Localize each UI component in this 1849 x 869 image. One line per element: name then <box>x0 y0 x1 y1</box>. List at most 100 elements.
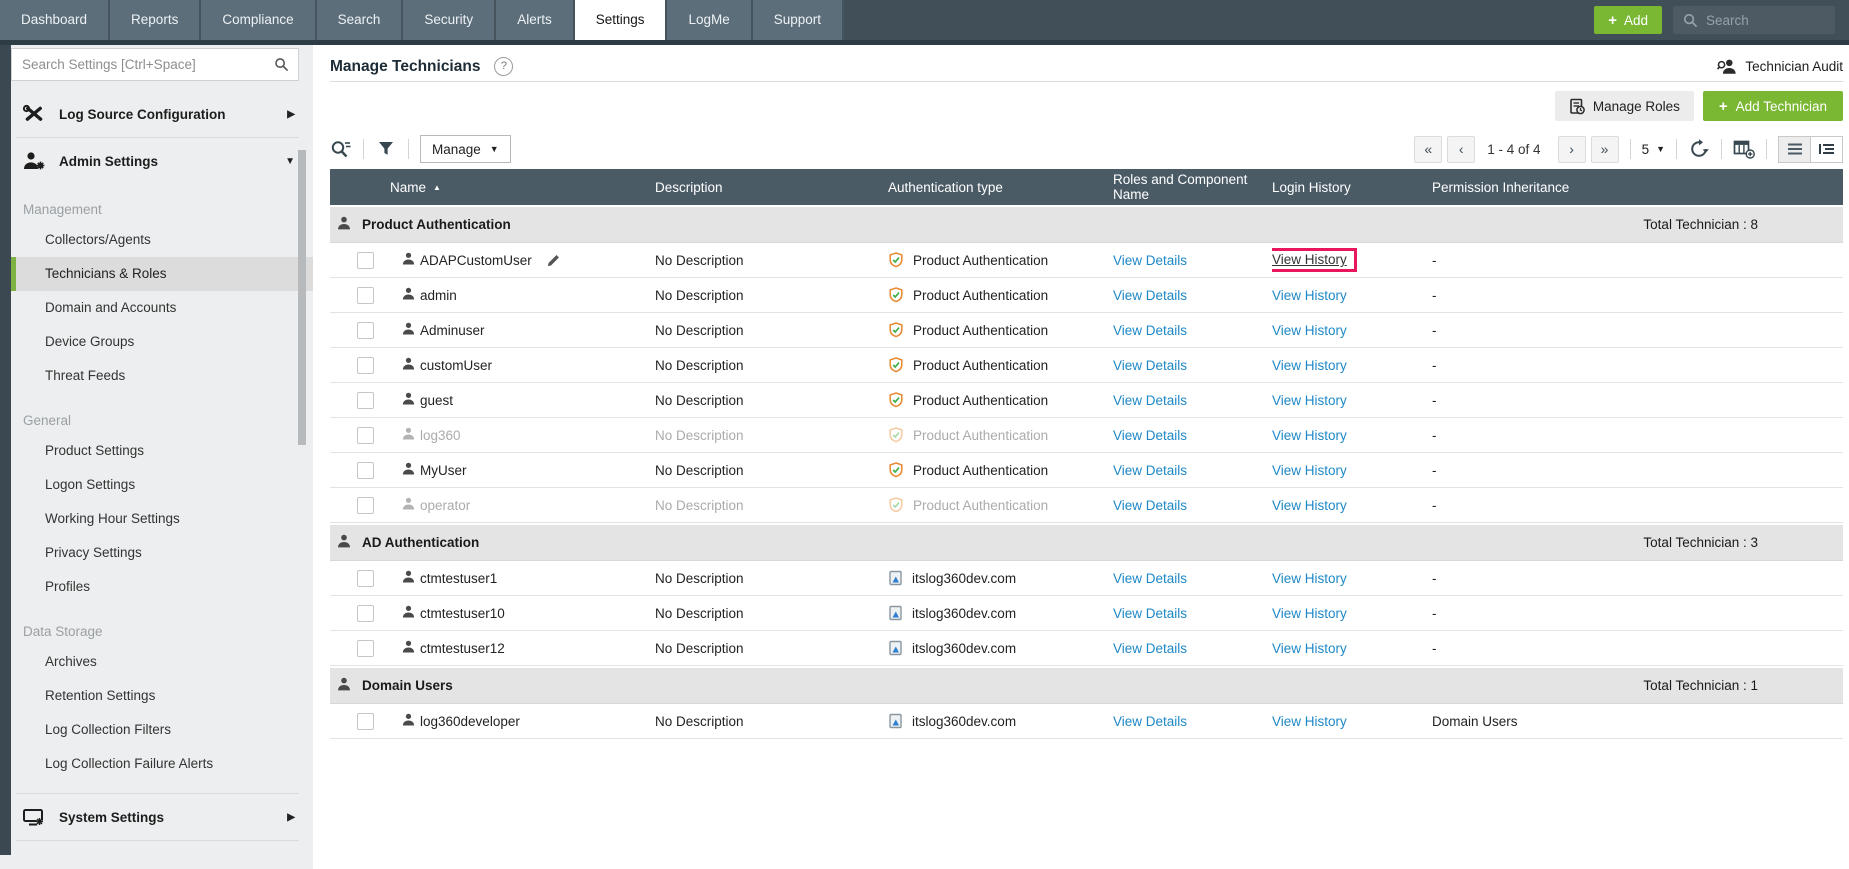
view-details-link[interactable]: View Details <box>1113 428 1187 443</box>
view-history-link[interactable]: View History <box>1272 393 1347 408</box>
nav-tab-support[interactable]: Support <box>752 0 845 40</box>
view-history-link[interactable]: View History <box>1272 641 1347 656</box>
chevron-right-icon: ▶ <box>287 811 295 823</box>
add-technician-button[interactable]: + Add Technician <box>1702 91 1843 121</box>
product-auth-shield-icon <box>889 357 903 373</box>
last-page-button[interactable]: » <box>1590 135 1619 163</box>
view-history-link[interactable]: View History <box>1272 606 1347 621</box>
technician-name: ctmtestuser10 <box>420 605 505 621</box>
sidebar-item-archives[interactable]: Archives <box>11 645 313 679</box>
column-header-description[interactable]: Description <box>655 180 888 195</box>
grouped-view-button[interactable] <box>1810 136 1842 162</box>
sidebar-search-input[interactable] <box>12 49 272 80</box>
nav-tab-alerts[interactable]: Alerts <box>496 0 575 40</box>
view-details-link[interactable]: View Details <box>1113 606 1187 621</box>
sidebar-item-collectors-agents[interactable]: Collectors/Agents <box>11 223 313 257</box>
row-checkbox[interactable] <box>357 461 374 479</box>
technician-row-log360: log360 No Description Product Authenticati… <box>330 418 1843 453</box>
column-header-login-history[interactable]: Login History <box>1272 180 1432 195</box>
refresh-icon[interactable] <box>1688 139 1710 159</box>
row-checkbox[interactable] <box>357 356 374 374</box>
sidebar-group-admin-settings[interactable]: Admin Settings ▼ <box>11 140 313 182</box>
sidebar-item-product-settings[interactable]: Product Settings <box>11 434 313 468</box>
view-details-link[interactable]: View Details <box>1113 288 1187 303</box>
view-history-link[interactable]: View History <box>1272 714 1347 729</box>
view-details-link[interactable]: View Details <box>1113 498 1187 513</box>
search-grid-icon[interactable] <box>330 139 352 159</box>
add-button[interactable]: + Add <box>1594 6 1662 34</box>
prev-page-button[interactable]: ‹ <box>1447 135 1476 163</box>
nav-tab-security[interactable]: Security <box>403 0 497 40</box>
table-body: Product Authentication Total Technician :… <box>330 205 1843 739</box>
sidebar-item-retention-settings[interactable]: Retention Settings <box>11 679 313 713</box>
view-history-link[interactable]: View History <box>1272 323 1347 338</box>
sidebar-item-logon-settings[interactable]: Logon Settings <box>11 468 313 502</box>
row-checkbox[interactable] <box>357 712 374 730</box>
sidebar-group-system-settings[interactable]: System Settings ▶ <box>11 796 313 838</box>
sidebar-item-profiles[interactable]: Profiles <box>11 570 313 604</box>
sidebar-item-domain-and-accounts[interactable]: Domain and Accounts <box>11 291 313 325</box>
nav-tab-compliance[interactable]: Compliance <box>201 0 317 40</box>
page-size-dropdown[interactable]: 5 ▼ <box>1642 142 1665 157</box>
sidebar-item-privacy-settings[interactable]: Privacy Settings <box>11 536 313 570</box>
view-history-link[interactable]: View History <box>1272 288 1347 303</box>
view-details-link[interactable]: View Details <box>1113 358 1187 373</box>
column-header-authentication-type[interactable]: Authentication type <box>888 180 1113 195</box>
first-page-button[interactable]: « <box>1414 135 1443 163</box>
add-column-icon[interactable] <box>1733 139 1755 159</box>
top-navbar: Dashboard Reports Compliance Search Security… <box>0 0 1849 40</box>
view-details-link[interactable]: View Details <box>1113 463 1187 478</box>
row-checkbox[interactable] <box>357 286 374 304</box>
technician-row-guest: guest No Description Product Authenticatio… <box>330 383 1843 418</box>
sidebar-item-technicians-roles[interactable]: Technicians & Roles <box>11 257 313 291</box>
row-checkbox[interactable] <box>357 569 374 587</box>
filter-icon[interactable] <box>375 139 397 159</box>
next-page-button[interactable]: › <box>1557 135 1586 163</box>
list-view-button[interactable] <box>1779 137 1810 162</box>
sidebar-item-log-collection-filters[interactable]: Log Collection Filters <box>11 713 313 747</box>
row-checkbox[interactable] <box>357 391 374 409</box>
view-history-link[interactable]: View History <box>1272 498 1347 513</box>
view-details-link[interactable]: View Details <box>1113 571 1187 586</box>
column-header-roles-component[interactable]: Roles and Component Name <box>1113 172 1272 202</box>
sidebar-item-device-groups[interactable]: Device Groups <box>11 325 313 359</box>
global-search-input[interactable]: Search <box>1673 6 1835 34</box>
view-history-link[interactable]: View History <box>1272 252 1347 267</box>
sort-ascending-icon: ▲ <box>433 182 441 192</box>
column-label: Authentication type <box>888 179 1003 195</box>
row-checkbox[interactable] <box>357 251 374 269</box>
manage-roles-button[interactable]: Manage Roles <box>1554 91 1694 121</box>
view-details-link[interactable]: View Details <box>1113 714 1187 729</box>
nav-tab-dashboard[interactable]: Dashboard <box>0 0 111 40</box>
nav-tab-settings[interactable]: Settings <box>574 0 668 40</box>
view-details-link[interactable]: View Details <box>1113 253 1187 268</box>
row-checkbox[interactable] <box>357 496 374 514</box>
nav-tab-reports[interactable]: Reports <box>110 0 202 40</box>
column-label: Description <box>655 179 723 195</box>
sidebar-group-log-source-configuration[interactable]: Log Source Configuration ▶ <box>11 93 313 135</box>
page-title: Manage Technicians <box>330 57 481 75</box>
sidebar-item-threat-feeds[interactable]: Threat Feeds <box>11 359 313 393</box>
view-details-link[interactable]: View Details <box>1113 641 1187 656</box>
technician-audit-button[interactable]: Technician Audit <box>1717 58 1843 75</box>
edit-pencil-icon[interactable] <box>546 253 561 268</box>
nav-tab-logme[interactable]: LogMe <box>667 0 753 40</box>
view-details-link[interactable]: View Details <box>1113 323 1187 338</box>
row-checkbox[interactable] <box>357 604 374 622</box>
row-checkbox[interactable] <box>357 426 374 444</box>
help-icon[interactable]: ? <box>494 57 514 76</box>
sidebar-scrollbar-thumb[interactable] <box>298 150 306 445</box>
view-history-link[interactable]: View History <box>1272 358 1347 373</box>
view-history-link[interactable]: View History <box>1272 428 1347 443</box>
manage-dropdown[interactable]: Manage ▼ <box>420 135 511 163</box>
nav-tab-search[interactable]: Search <box>316 0 404 40</box>
sidebar-item-log-collection-failure-alerts[interactable]: Log Collection Failure Alerts <box>11 747 313 781</box>
row-checkbox[interactable] <box>357 321 374 339</box>
sidebar-item-working-hour-settings[interactable]: Working Hour Settings <box>11 502 313 536</box>
row-checkbox[interactable] <box>357 639 374 657</box>
view-details-link[interactable]: View Details <box>1113 393 1187 408</box>
column-header-permission-inheritance[interactable]: Permission Inheritance <box>1432 180 1843 195</box>
view-history-link[interactable]: View History <box>1272 463 1347 478</box>
column-header-name[interactable]: Name ▲ <box>390 180 655 195</box>
view-history-link[interactable]: View History <box>1272 571 1347 586</box>
